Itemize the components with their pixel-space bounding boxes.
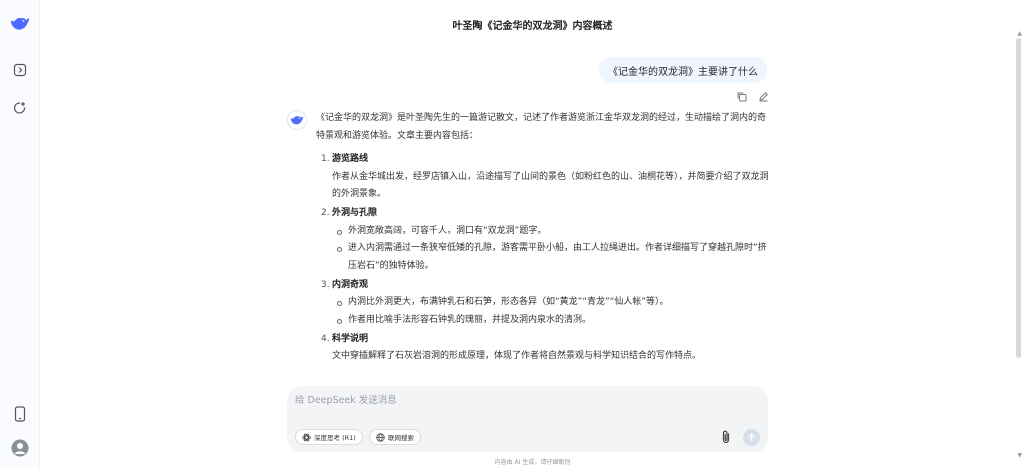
section-text: 文中穿插解释了石灰岩溶洞的形成原理，体现了作者将自然景观与科学知识结合的写作特点… — [332, 351, 702, 361]
user-message-text: 《记金华的双龙洞》主要讲了什么 — [608, 66, 758, 78]
section-number: 4. — [321, 333, 330, 344]
answer-section: 2. 外洞与孔隙 外洞宽敞高阔，可容千人，洞口有“双龙洞”题字。 进入内洞需通过… — [316, 205, 772, 275]
deep-think-label: 深度思考 (R1) — [314, 434, 356, 442]
chat-main: 叶圣陶《记金华的双龙洞》内容概述 ▲ ▼ 《记金华的双龙洞》主要讲了什么 《记金… — [41, 0, 1024, 469]
user-message-bubble: 《记金华的双龙洞》主要讲了什么 — [599, 57, 767, 83]
bullet-item: 进入内洞需通过一条狭窄低矮的孔隙，游客需平卧小船，由工人拉绳进出。作者详细描写了… — [332, 240, 772, 275]
section-text: 作者从金华城出发，经罗店镇入山，沿途描写了山间的景色（如粉红色的山、油桐花等），… — [332, 171, 769, 200]
copy-icon[interactable] — [735, 90, 747, 102]
section-title: 游览路线 — [332, 154, 369, 164]
edit-icon[interactable] — [757, 90, 769, 102]
user-avatar-icon[interactable] — [10, 438, 30, 458]
deep-think-button[interactable]: 深度思考 (R1) — [295, 429, 363, 445]
assistant-avatar-icon — [287, 110, 307, 130]
message-tools — [735, 90, 769, 102]
conversation-title: 叶圣陶《记金华的双龙洞》内容概述 — [452, 21, 613, 32]
ai-disclaimer: 内容由 AI 生成，请仔细甄别 — [494, 459, 571, 466]
section-number: 1. — [321, 154, 330, 164]
section-number: 3. — [321, 279, 330, 290]
bullet-item: 内洞比外洞更大，布满钟乳石和石笋，形态各异（如“黄龙”“青龙”“仙人帐”等）。 — [332, 294, 772, 312]
arrow-up-icon — [748, 433, 755, 442]
answer-intro: 《记金华的双龙洞》是叶圣陶先生的一篇游记散文，记述了作者游览浙江金华双龙洞的经过… — [316, 113, 767, 141]
scroll-up-arrow[interactable]: ▲ — [1017, 30, 1022, 37]
phone-icon[interactable] — [10, 404, 30, 424]
sidebar — [0, 0, 40, 469]
answer-section: 3. 内洞奇观 内洞比外洞更大，布满钟乳石和石笋，形态各异（如“黄龙”“青龙”“… — [316, 277, 772, 330]
send-button[interactable] — [743, 429, 760, 446]
bullet-item: 外洞宽敞高阔，可容千人，洞口有“双龙洞”题字。 — [332, 223, 772, 241]
web-search-button[interactable]: 联网搜索 — [369, 429, 421, 445]
globe-icon — [376, 432, 385, 442]
web-search-label: 联网搜索 — [388, 434, 414, 442]
sidebar-toggle-icon[interactable] — [10, 60, 30, 80]
message-composer: 深度思考 (R1) 联网搜索 — [287, 386, 768, 452]
atom-icon — [302, 433, 311, 441]
answer-section: 1. 游览路线 作者从金华城出发，经罗店镇入山，沿途描写了山间的景色（如粉红色的… — [316, 151, 772, 204]
bullet-item: 作者用比喻手法形容石钟乳的瑰丽，并提及洞内泉水的清冽。 — [332, 312, 772, 330]
answer-sections: 1. 游览路线 作者从金华城出发，经罗店镇入山，沿途描写了山间的景色（如粉红色的… — [316, 151, 772, 366]
section-title: 内洞奇观 — [332, 279, 369, 290]
section-number: 2. — [321, 208, 330, 218]
message-input[interactable] — [295, 392, 695, 408]
scrollbar-thumb[interactable] — [1016, 38, 1021, 358]
assistant-answer: 《记金华的双龙洞》是叶圣陶先生的一篇游记散文，记述了作者游览浙江金华双龙洞的经过… — [316, 110, 772, 367]
answer-section: 4. 科学说明 文中穿插解释了石灰岩溶洞的形成原理，体现了作者将自然景观与科学知… — [316, 331, 772, 366]
new-chat-icon[interactable] — [10, 98, 30, 118]
attach-icon[interactable] — [719, 429, 733, 445]
section-title: 外洞与孔隙 — [332, 208, 378, 218]
section-title: 科学说明 — [332, 333, 369, 344]
deepseek-logo-icon[interactable] — [10, 14, 30, 34]
